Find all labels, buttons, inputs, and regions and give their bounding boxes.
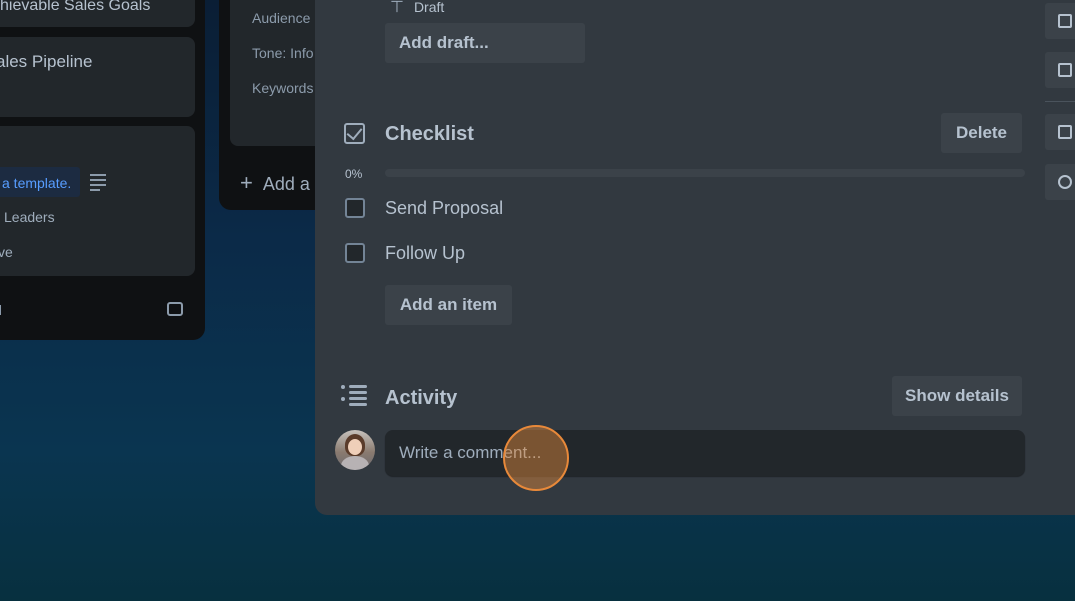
archive-icon [1058,125,1072,139]
card-line: Leaders [4,209,55,225]
card-line: Tone: Info [252,45,314,61]
checklist-progress-bar [385,169,1025,177]
card-line: Keywords [252,80,314,96]
add-draft-button[interactable]: Add draft... [385,23,585,63]
rail-divider [1045,101,1075,102]
card-title: ales Pipeline [0,52,93,71]
card-title: hievable Sales Goals [0,0,151,14]
checklist-checkbox[interactable] [345,243,365,263]
checklist-item-label[interactable]: Send Proposal [385,198,503,219]
card-line: ve [0,244,13,260]
share-icon [1058,175,1072,189]
checklist-item-label[interactable]: Follow Up [385,243,465,264]
share-button[interactable] [1045,164,1075,200]
copy-icon [1058,14,1072,28]
card-sales-pipeline[interactable]: ales Pipeline [0,37,195,117]
draft-section-label: ⊤ Draft [390,0,445,16]
plus-icon: + [240,170,253,195]
list-footer-mark [0,305,1,315]
checklist-progress-percent: 0% [345,167,363,181]
archive-button[interactable] [1045,114,1075,150]
activity-icon [341,385,368,407]
template-icon[interactable] [167,302,183,316]
text-icon: ⊤ [390,0,404,16]
checklist-item[interactable]: Send Proposal [345,198,503,218]
activity-title: Activity [385,387,458,409]
comment-input[interactable] [385,430,1025,476]
add-card-label: Add a [262,174,310,194]
copy-button[interactable] [1045,3,1075,39]
template-badge: a template. [0,167,80,197]
card-line: Audience [252,10,311,26]
description-icon [90,174,106,191]
checklist-title: Checklist [385,123,474,145]
add-checklist-item-button[interactable]: Add an item [385,285,512,325]
card-sales-goals[interactable]: hievable Sales Goals [0,0,195,27]
checklist-checkbox[interactable] [345,198,365,218]
checklist-item[interactable]: Follow Up [345,243,465,263]
show-details-button[interactable]: Show details [892,376,1022,416]
add-card-button[interactable]: + Add a [240,170,310,196]
card-template[interactable] [0,126,195,276]
make-template-button[interactable] [1045,52,1075,88]
checklist-icon [344,123,365,144]
template-icon [1058,63,1072,77]
delete-checklist-button[interactable]: Delete [941,113,1022,153]
avatar [335,430,375,470]
